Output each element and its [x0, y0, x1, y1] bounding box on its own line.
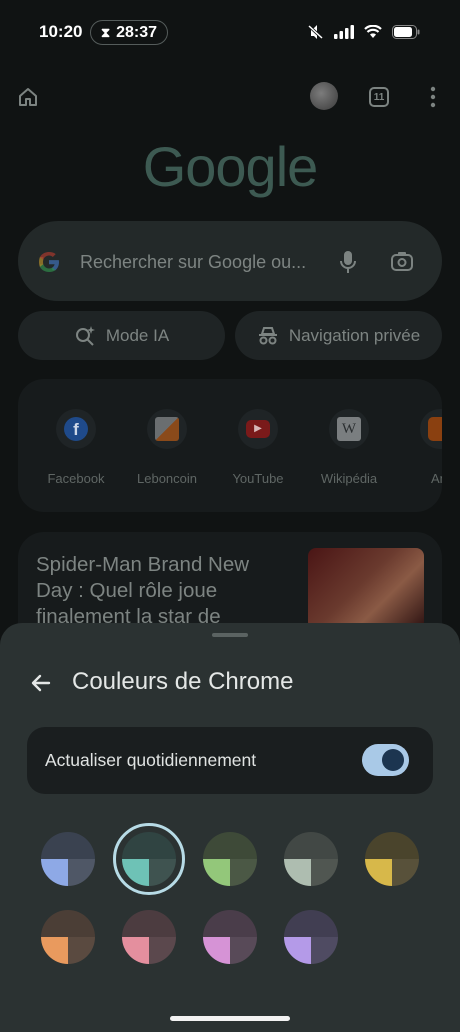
leboncoin-icon: [155, 417, 179, 441]
incognito-label: Navigation privée: [288, 325, 421, 345]
news-image[interactable]: [308, 548, 424, 630]
swatch-quadrant: [230, 937, 257, 964]
swatch-quadrant: [122, 910, 149, 937]
shortcut-label: Facebook: [47, 471, 105, 486]
hourglass-icon: ⧗: [100, 24, 111, 40]
color-swatch-9[interactable]: [284, 910, 338, 964]
swatch-quadrant: [149, 832, 176, 859]
daily-refresh-toggle[interactable]: [362, 744, 409, 776]
swatch-quadrant: [230, 910, 257, 937]
battery-icon: [392, 25, 420, 39]
swatch-quadrant: [203, 832, 230, 859]
shortcuts-panel: f Facebook Leboncoin ▶ YouTube W Wikipéd…: [18, 379, 442, 512]
swatch-quadrant: [284, 937, 311, 964]
swatch-quadrant: [392, 832, 419, 859]
drag-handle[interactable]: [212, 633, 248, 637]
home-indicator[interactable]: [170, 1016, 290, 1021]
daily-refresh-label: Actualiser quotidiennement: [45, 750, 257, 770]
shortcut-label: Leboncoin: [137, 471, 197, 486]
wikipedia-icon: W: [337, 417, 361, 441]
swatch-quadrant: [284, 832, 311, 859]
status-time: 10:20: [39, 22, 83, 41]
google-g-icon: [39, 252, 59, 272]
facebook-icon: f: [64, 417, 88, 441]
swatch-quadrant: [311, 859, 338, 886]
shortcut-label: Ama: [431, 471, 442, 486]
swatch-quadrant: [203, 910, 230, 937]
google-logo: Google: [142, 135, 319, 198]
google-lens-icon[interactable]: [389, 249, 415, 275]
youtube-icon: ▶: [246, 420, 270, 438]
swatch-quadrant: [68, 937, 95, 964]
amazon-icon: [428, 417, 442, 441]
swatch-quadrant: [365, 832, 392, 859]
signal-icon: [334, 25, 354, 39]
incognito-button[interactable]: Navigation privée: [235, 311, 442, 360]
ai-mode-button[interactable]: Mode IA: [18, 311, 225, 360]
color-swatch-6[interactable]: [41, 910, 95, 964]
news-title[interactable]: Spider-Man Brand New Day : Quel rôle jou…: [36, 552, 286, 630]
search-input[interactable]: Rechercher sur Google ou...: [80, 252, 306, 273]
color-swatch-2[interactable]: [122, 832, 176, 886]
swatch-quadrant: [68, 910, 95, 937]
swatch-quadrant: [41, 859, 68, 886]
timer-value: 28:37: [116, 23, 158, 41]
sheet-title: Couleurs de Chrome: [72, 668, 294, 695]
swatch-quadrant: [311, 832, 338, 859]
back-arrow-icon[interactable]: [28, 670, 54, 696]
shortcut-label: Wikipédia: [320, 471, 378, 486]
ai-mode-label: Mode IA: [105, 325, 170, 345]
swatch-quadrant: [41, 910, 68, 937]
avatar[interactable]: [310, 82, 338, 110]
swatch-quadrant: [149, 937, 176, 964]
color-swatch-1[interactable]: [41, 832, 95, 886]
swatch-quadrant: [311, 937, 338, 964]
swatch-quadrant: [203, 859, 230, 886]
color-swatch-7[interactable]: [122, 910, 176, 964]
tab-switcher-button[interactable]: 11: [369, 87, 389, 107]
color-swatch-5[interactable]: [365, 832, 419, 886]
swatch-quadrant: [230, 859, 257, 886]
status-icons: [308, 24, 420, 40]
swatch-quadrant: [149, 910, 176, 937]
swatch-quadrant: [284, 859, 311, 886]
screen-time-timer: ⧗ 28:37: [90, 20, 168, 45]
shortcut-label: YouTube: [232, 471, 284, 486]
swatch-quadrant: [230, 832, 257, 859]
swatch-quadrant: [122, 937, 149, 964]
mute-icon: [308, 24, 324, 40]
swatch-quadrant: [203, 937, 230, 964]
swatch-quadrant: [311, 910, 338, 937]
swatch-quadrant: [122, 859, 149, 886]
ai-search-icon: [75, 325, 95, 346]
overflow-menu-icon[interactable]: [430, 86, 436, 108]
microphone-icon[interactable]: [338, 249, 358, 275]
incognito-icon: [258, 326, 277, 344]
color-swatch-3[interactable]: [203, 832, 257, 886]
swatch-quadrant: [68, 859, 95, 886]
swatch-quadrant: [41, 937, 68, 964]
home-icon[interactable]: [17, 86, 39, 108]
swatch-quadrant: [122, 832, 149, 859]
color-swatch-4[interactable]: [284, 832, 338, 886]
color-swatch-8[interactable]: [203, 910, 257, 964]
swatch-quadrant: [41, 832, 68, 859]
swatch-quadrant: [68, 832, 95, 859]
swatch-quadrant: [365, 859, 392, 886]
wifi-icon: [364, 25, 382, 38]
swatch-quadrant: [284, 910, 311, 937]
swatch-quadrant: [392, 859, 419, 886]
swatch-quadrant: [149, 859, 176, 886]
toggle-knob: [382, 749, 404, 771]
